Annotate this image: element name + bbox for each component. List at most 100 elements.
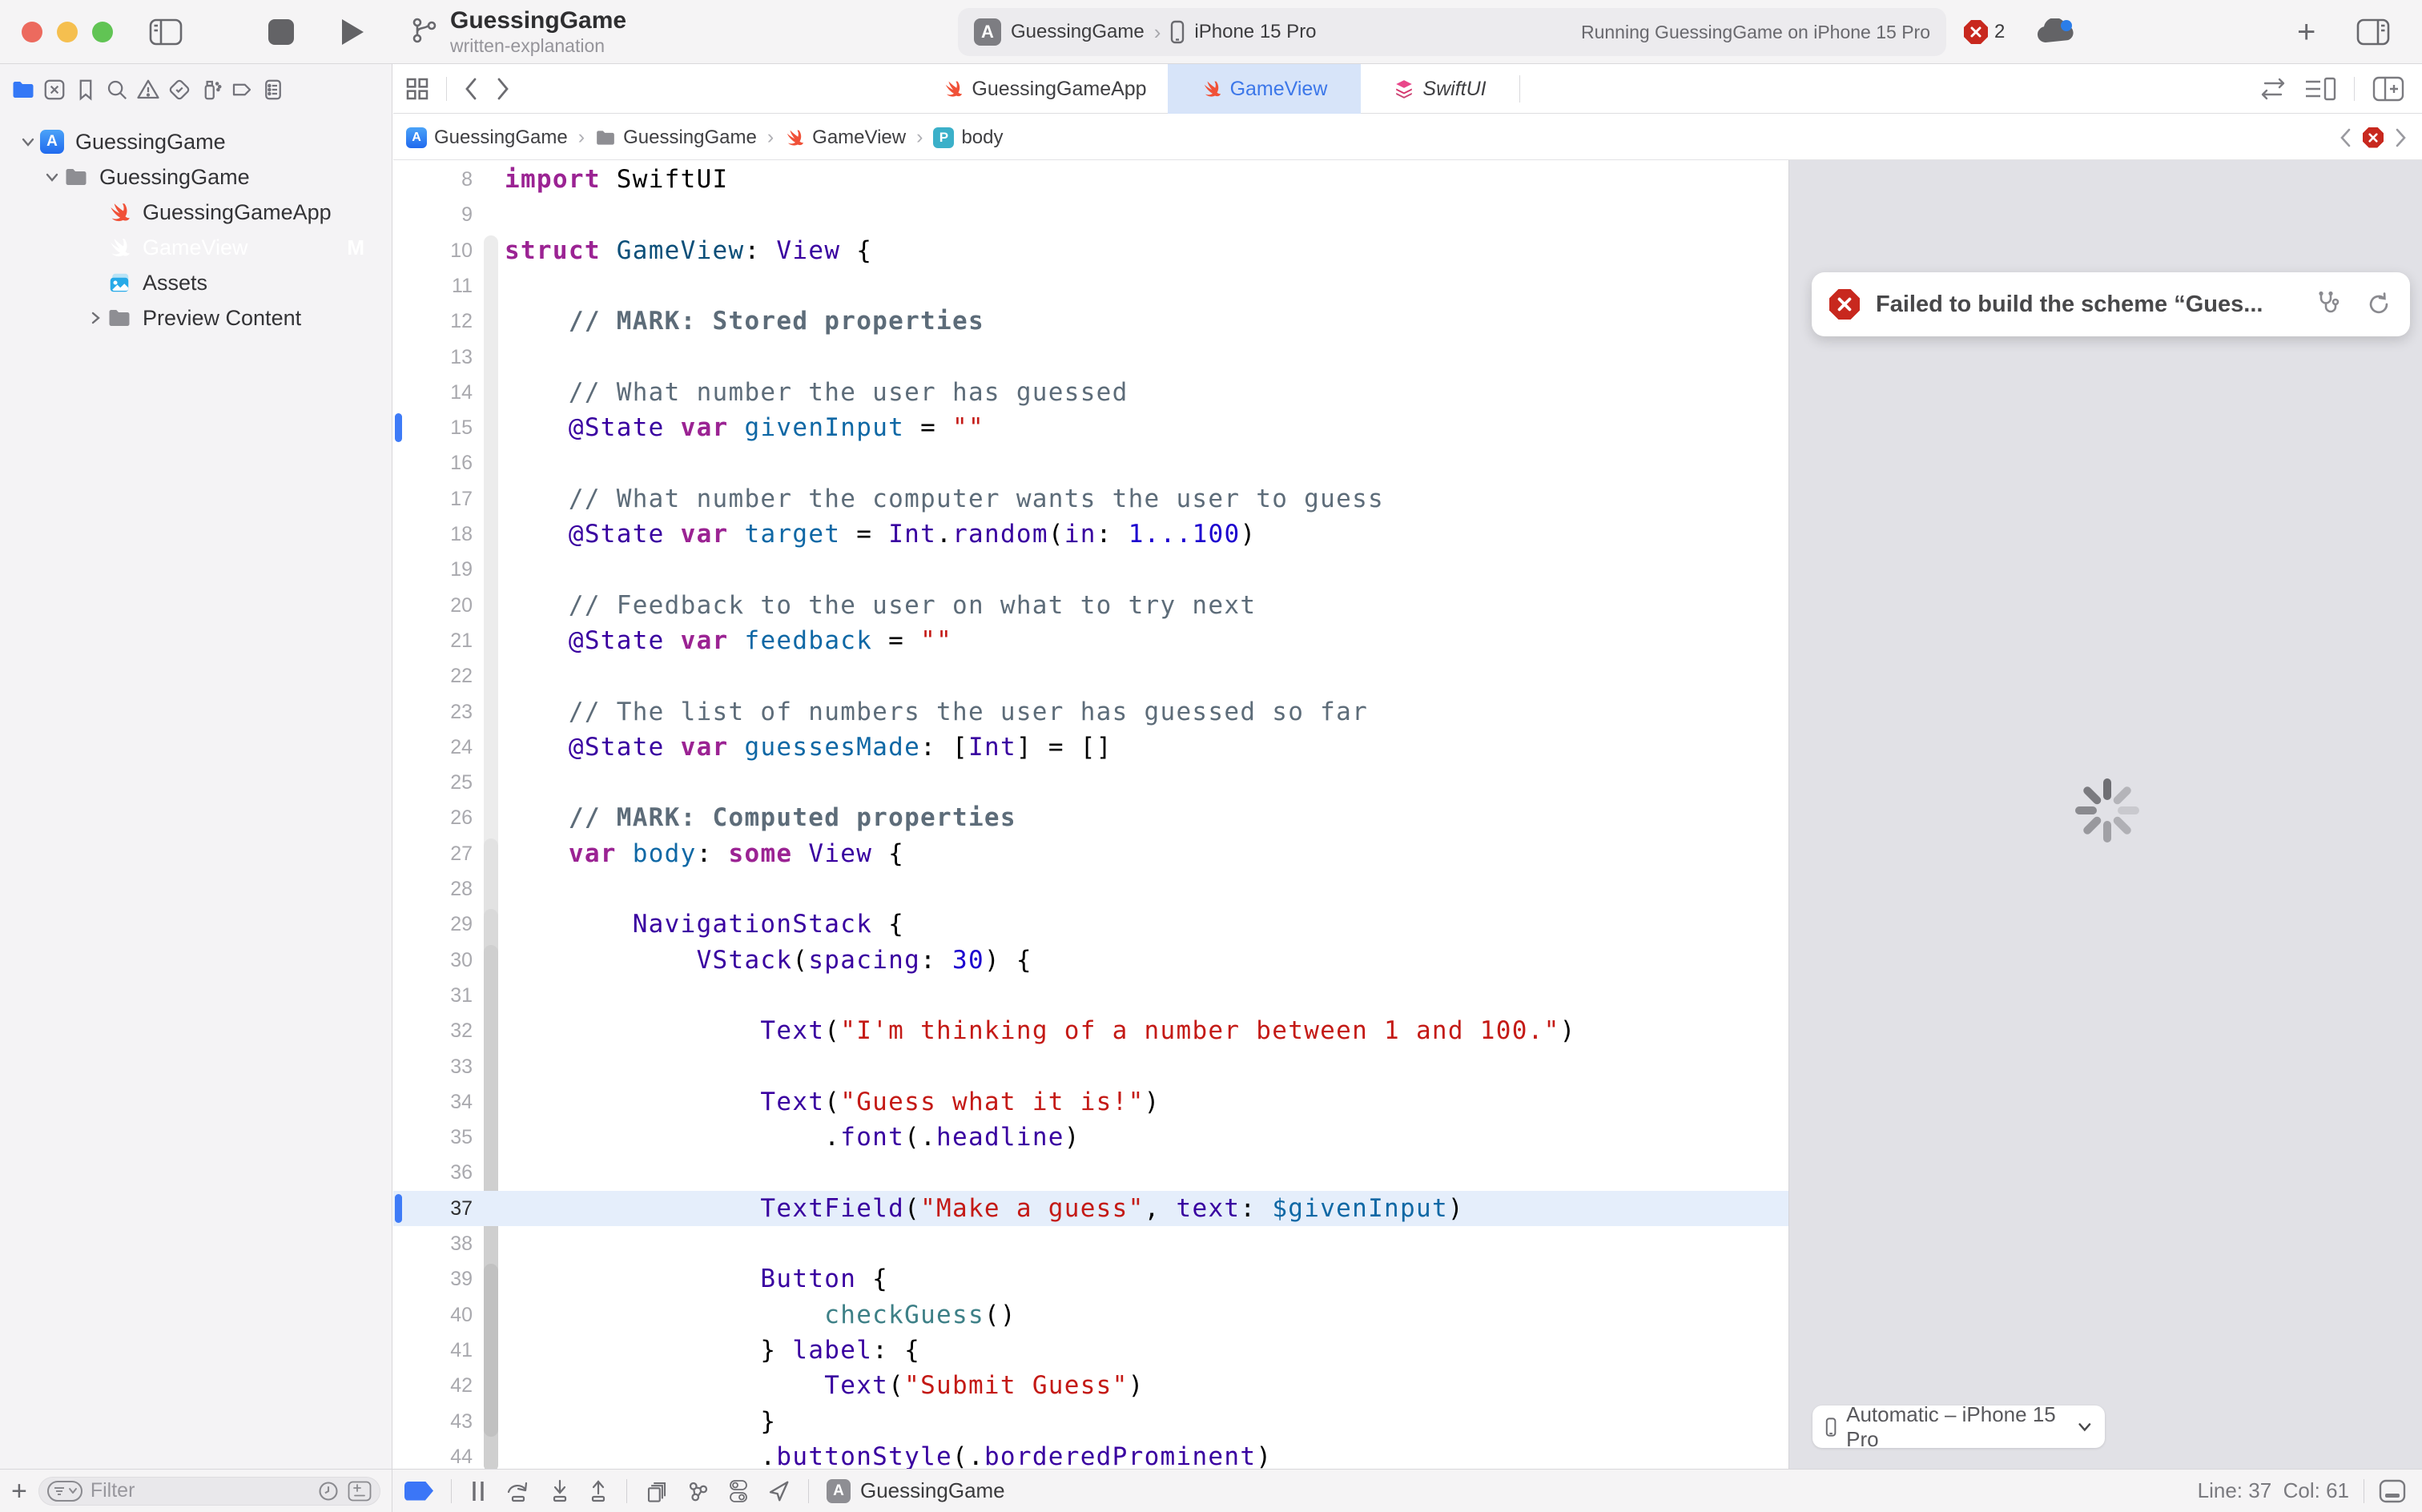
source-control-filter-icon[interactable]	[348, 1481, 372, 1502]
traffic-light-close[interactable]	[22, 22, 42, 42]
step-over-icon[interactable]	[505, 1479, 532, 1503]
issues-navigator-icon[interactable]	[136, 78, 160, 102]
view-hierarchy-icon[interactable]	[645, 1479, 669, 1503]
code-line-13[interactable]: 13	[393, 340, 1788, 375]
diagnostics-icon[interactable]	[2314, 290, 2343, 319]
next-issue-icon[interactable]	[2395, 127, 2408, 148]
code-line-12[interactable]: 12 // MARK: Stored properties	[393, 304, 1788, 339]
xcode-cloud-icon[interactable]	[2034, 0, 2076, 64]
add-editor-icon[interactable]	[2372, 76, 2404, 102]
code-line-31[interactable]: 31	[393, 978, 1788, 1013]
previous-issue-icon[interactable]	[2339, 127, 2352, 148]
debug-session-label[interactable]: A GuessingGame	[827, 1478, 1005, 1503]
disclosure-open-icon[interactable]	[42, 173, 62, 182]
code-line-39[interactable]: 39 Button {	[393, 1261, 1788, 1297]
toggle-navigator-icon[interactable]	[149, 0, 183, 64]
navigator-filter-field[interactable]: Filter	[38, 1477, 380, 1506]
reports-navigator-icon[interactable]	[261, 78, 285, 102]
tab-swiftui[interactable]: SwiftUI	[1361, 64, 1519, 114]
code-line-41[interactable]: 41 } label: {	[393, 1333, 1788, 1368]
debug-navigator-icon[interactable]	[199, 78, 223, 102]
code-line-36[interactable]: 36	[393, 1155, 1788, 1190]
code-line-35[interactable]: 35 .font(.headline)	[393, 1120, 1788, 1155]
pause-execution-icon[interactable]	[469, 1479, 487, 1503]
source-control-navigator-icon[interactable]	[42, 78, 66, 102]
breadcrumb-gameview[interactable]: GameView	[784, 127, 906, 149]
code-line-9[interactable]: 9	[393, 197, 1788, 232]
scheme-app-name[interactable]: GuessingGame	[1011, 21, 1145, 43]
breadcrumb-guessinggame[interactable]: GuessingGame	[595, 127, 757, 149]
code-line-23[interactable]: 23 // The list of numbers the user has g…	[393, 694, 1788, 730]
simulate-location-icon[interactable]	[766, 1479, 791, 1503]
step-into-icon[interactable]	[549, 1479, 570, 1503]
toggle-debug-area-icon[interactable]	[2379, 1479, 2406, 1503]
sidebar-item-guessinggame[interactable]: AGuessingGame	[0, 124, 392, 159]
add-file-button[interactable]: +	[11, 1479, 27, 1503]
sidebar-item-preview-content[interactable]: Preview Content	[0, 300, 392, 336]
tab-guessinggameapp[interactable]: GuessingGameApp	[922, 64, 1168, 114]
code-line-40[interactable]: 40 checkGuess()	[393, 1297, 1788, 1333]
code-line-42[interactable]: 42 Text("Submit Guess")	[393, 1368, 1788, 1403]
sidebar-item-guessinggame[interactable]: GuessingGame	[0, 159, 392, 195]
source-editor[interactable]: 8import SwiftUI910struct GameView: View …	[393, 160, 1788, 1469]
code-line-30[interactable]: 30 VStack(spacing: 30) {	[393, 943, 1788, 978]
code-line-44[interactable]: 44 .buttonStyle(.borderedProminent)	[393, 1439, 1788, 1469]
disclosure-closed-icon[interactable]	[85, 312, 106, 324]
bookmarks-navigator-icon[interactable]	[74, 78, 98, 102]
code-line-16[interactable]: 16	[393, 445, 1788, 481]
code-line-25[interactable]: 25	[393, 765, 1788, 800]
code-line-37[interactable]: 37 TextField("Make a guess", text: $give…	[393, 1191, 1788, 1226]
tab-gameview[interactable]: GameView	[1168, 64, 1361, 114]
code-line-24[interactable]: 24 @State var guessesMade: [Int] = []	[393, 730, 1788, 765]
find-navigator-icon[interactable]	[105, 78, 129, 102]
code-line-21[interactable]: 21 @State var feedback = ""	[393, 623, 1788, 658]
code-line-14[interactable]: 14 // What number the user has guessed	[393, 375, 1788, 410]
run-button[interactable]	[340, 0, 365, 64]
code-line-11[interactable]: 11	[393, 268, 1788, 304]
code-line-33[interactable]: 33	[393, 1049, 1788, 1084]
preview-device-selector[interactable]: Automatic – iPhone 15 Pro	[1812, 1405, 2105, 1448]
adjust-editor-icon[interactable]	[2259, 77, 2287, 101]
code-line-22[interactable]: 22	[393, 658, 1788, 694]
disclosure-open-icon[interactable]	[18, 138, 38, 147]
go-forward-icon[interactable]	[495, 76, 511, 102]
toggle-inspector-icon[interactable]	[2356, 0, 2390, 64]
retry-build-icon[interactable]	[2365, 290, 2392, 319]
project-navigator-icon[interactable]	[11, 78, 35, 102]
add-tab-button[interactable]: +	[2297, 0, 2315, 64]
breakpoints-toggle[interactable]	[404, 1482, 433, 1501]
code-line-32[interactable]: 32 Text("I'm thinking of a number betwee…	[393, 1013, 1788, 1048]
code-line-28[interactable]: 28	[393, 871, 1788, 907]
step-out-icon[interactable]	[588, 1479, 609, 1503]
traffic-light-minimize[interactable]	[57, 22, 78, 42]
environment-overrides-icon[interactable]	[728, 1478, 749, 1504]
issue-error-icon[interactable]	[2363, 127, 2384, 148]
error-count-badge[interactable]: 2	[1964, 0, 2005, 64]
related-items-icon[interactable]	[404, 76, 430, 102]
sidebar-item-guessinggameapp[interactable]: GuessingGameApp	[0, 195, 392, 230]
breadcrumb-guessinggame[interactable]: AGuessingGame	[406, 127, 568, 149]
code-line-18[interactable]: 18 @State var target = Int.random(in: 1.…	[393, 517, 1788, 552]
code-line-19[interactable]: 19	[393, 552, 1788, 587]
code-line-27[interactable]: 27 var body: some View {	[393, 836, 1788, 871]
breakpoints-navigator-icon[interactable]	[230, 78, 254, 102]
stop-button[interactable]	[268, 0, 294, 64]
scheme-selector[interactable]: A GuessingGame › iPhone 15 Pro Running G…	[958, 8, 1946, 56]
code-line-15[interactable]: 15 @State var givenInput = ""	[393, 410, 1788, 445]
breadcrumb-body[interactable]: Pbody	[933, 127, 1003, 149]
code-line-38[interactable]: 38	[393, 1226, 1788, 1261]
code-line-26[interactable]: 26 // MARK: Computed properties	[393, 800, 1788, 835]
tests-navigator-icon[interactable]	[167, 78, 191, 102]
minimap-icon[interactable]	[2304, 77, 2336, 101]
go-back-icon[interactable]	[463, 76, 479, 102]
recent-files-icon[interactable]	[317, 1480, 340, 1502]
code-line-10[interactable]: 10struct GameView: View {	[393, 233, 1788, 268]
sidebar-item-assets[interactable]: Assets	[0, 265, 392, 300]
traffic-light-zoom[interactable]	[92, 22, 113, 42]
scheme-device-name[interactable]: iPhone 15 Pro	[1194, 21, 1316, 43]
code-line-29[interactable]: 29 NavigationStack {	[393, 907, 1788, 942]
code-line-34[interactable]: 34 Text("Guess what it is!")	[393, 1084, 1788, 1120]
memory-graph-icon[interactable]	[686, 1479, 710, 1503]
code-line-43[interactable]: 43 }	[393, 1404, 1788, 1439]
code-line-20[interactable]: 20 // Feedback to the user on what to tr…	[393, 588, 1788, 623]
